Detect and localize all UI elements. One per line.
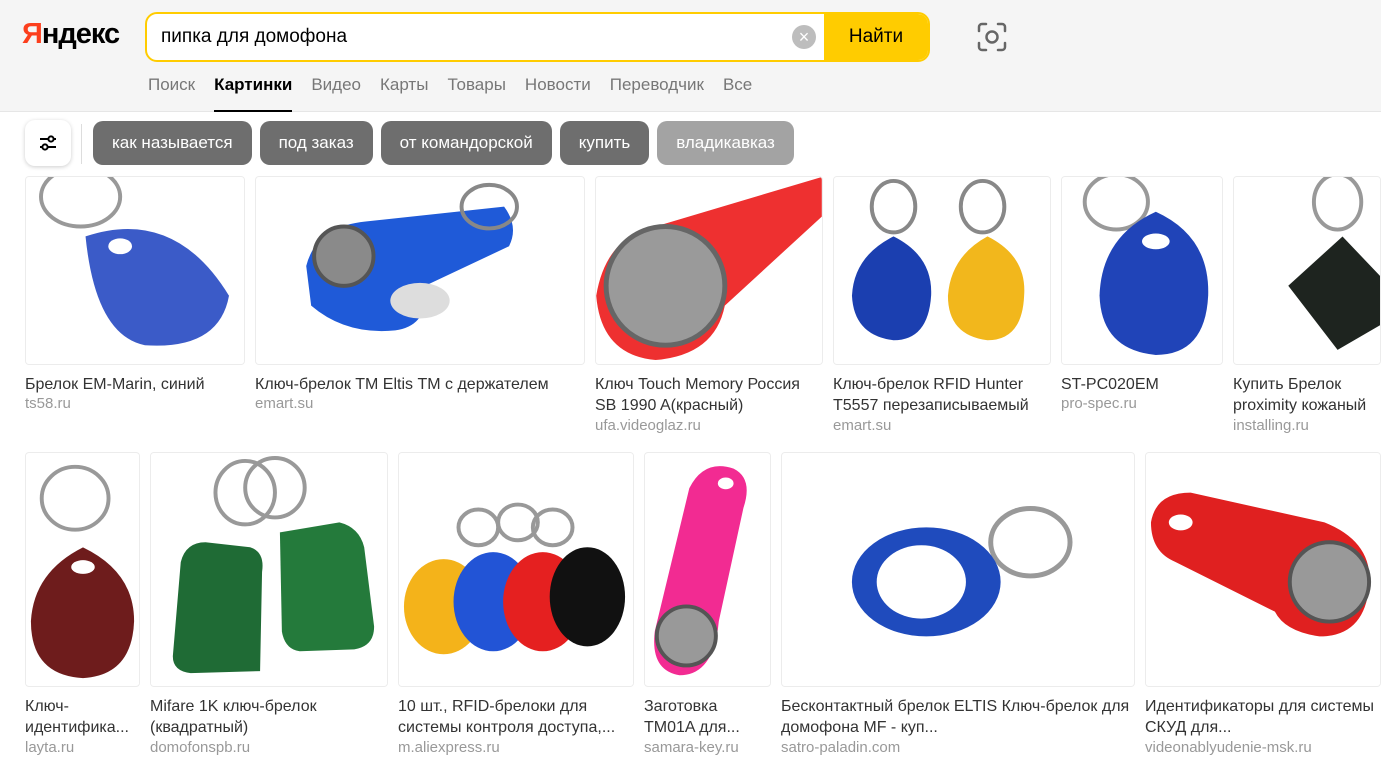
chip-kupit[interactable]: купить xyxy=(559,121,650,165)
chip-kak-nazyvaetsya[interactable]: как называется xyxy=(93,121,252,165)
search-box: × Найти xyxy=(145,12,930,62)
search-button[interactable]: Найти xyxy=(824,14,928,60)
result-title: Mifare 1K ключ-брелок (квадратный) xyxy=(150,698,317,736)
result-title: Купить Брелок proximity кожаный VIZIT VI… xyxy=(1233,376,1367,414)
result-thumbnail xyxy=(150,452,388,687)
services-tabs: Поиск Картинки Видео Карты Товары Новост… xyxy=(148,74,771,112)
result-title: Идентификаторы для системы СКУД для... xyxy=(1145,698,1374,736)
result-thumbnail xyxy=(1061,176,1223,365)
tab-products[interactable]: Товары xyxy=(447,74,505,112)
result-title: 10 шт., RFID-брелоки для системы контрол… xyxy=(398,698,616,736)
result-thumbnail xyxy=(595,176,823,365)
result-thumbnail xyxy=(644,452,771,687)
result-domain[interactable]: pro-spec.ru xyxy=(1061,395,1137,412)
tab-images[interactable]: Картинки xyxy=(214,74,293,112)
tab-translator[interactable]: Переводчик xyxy=(610,74,704,112)
chip-vladikavkaz[interactable]: владикавказ xyxy=(657,121,794,165)
result-title: Брелок EM-Marin, синий xyxy=(25,376,205,393)
result-thumbnail xyxy=(781,452,1135,687)
result-thumbnail xyxy=(833,176,1051,365)
tab-search[interactable]: Поиск xyxy=(148,74,195,112)
chips-divider xyxy=(81,124,82,164)
result-title: Ключ-брелок RFID Hunter T5557 перезаписы… xyxy=(833,376,1029,414)
filters-button[interactable] xyxy=(25,120,71,166)
result-domain[interactable]: ufa.videoglaz.ru xyxy=(595,417,701,434)
result-domain[interactable]: domofonspb.ru xyxy=(150,739,250,756)
result-title: Ключ-брелок ТМ Eltis ТМ с держателем xyxy=(255,376,549,393)
result-title: Ключ-идентифика... xyxy=(25,698,129,736)
result-domain[interactable]: installing.ru xyxy=(1233,417,1309,434)
header: Яндекс × Найти Поиск Картинки Видео Карт… xyxy=(0,0,1381,112)
result-title: Заготовка TM01A для... xyxy=(644,698,740,736)
clear-search-button[interactable]: × xyxy=(792,25,816,49)
tab-all[interactable]: Все xyxy=(723,74,752,112)
result-thumbnail xyxy=(1233,176,1381,365)
search-input[interactable] xyxy=(161,14,781,60)
yandex-logo[interactable]: Яндекс xyxy=(22,18,120,51)
suggestion-chips: как называется под заказ от командорской… xyxy=(25,120,802,166)
result-domain[interactable]: m.aliexpress.ru xyxy=(398,739,500,756)
chip-pod-zakaz[interactable]: под заказ xyxy=(259,121,373,165)
result-thumbnail xyxy=(398,452,634,687)
sliders-icon xyxy=(40,135,56,151)
tab-video[interactable]: Видео xyxy=(311,74,361,112)
result-title: ST-PC020EM xyxy=(1061,376,1159,393)
image-search-icon[interactable] xyxy=(973,18,1011,56)
result-domain[interactable]: videonablyudenie-msk.ru xyxy=(1145,739,1312,756)
result-domain[interactable]: layta.ru xyxy=(25,739,74,756)
tab-news[interactable]: Новости xyxy=(525,74,591,112)
result-domain[interactable]: samara-key.ru xyxy=(644,739,739,756)
tab-maps[interactable]: Карты xyxy=(380,74,428,112)
result-title: Бесконтактный брелок ELTIS Ключ-брелок д… xyxy=(781,698,1130,736)
result-thumbnail xyxy=(25,176,245,365)
result-title: Ключ Touch Memory Россия SB 1990 A(красн… xyxy=(595,376,800,414)
result-thumbnail xyxy=(1145,452,1381,687)
result-domain[interactable]: satro-paladin.com xyxy=(781,739,900,756)
result-domain[interactable]: emart.su xyxy=(833,417,891,434)
result-thumbnail xyxy=(25,452,140,687)
chip-ot-komandorskoy[interactable]: от командорской xyxy=(380,121,552,165)
result-domain[interactable]: ts58.ru xyxy=(25,395,71,412)
result-thumbnail xyxy=(255,176,585,365)
result-domain[interactable]: emart.su xyxy=(255,395,313,412)
